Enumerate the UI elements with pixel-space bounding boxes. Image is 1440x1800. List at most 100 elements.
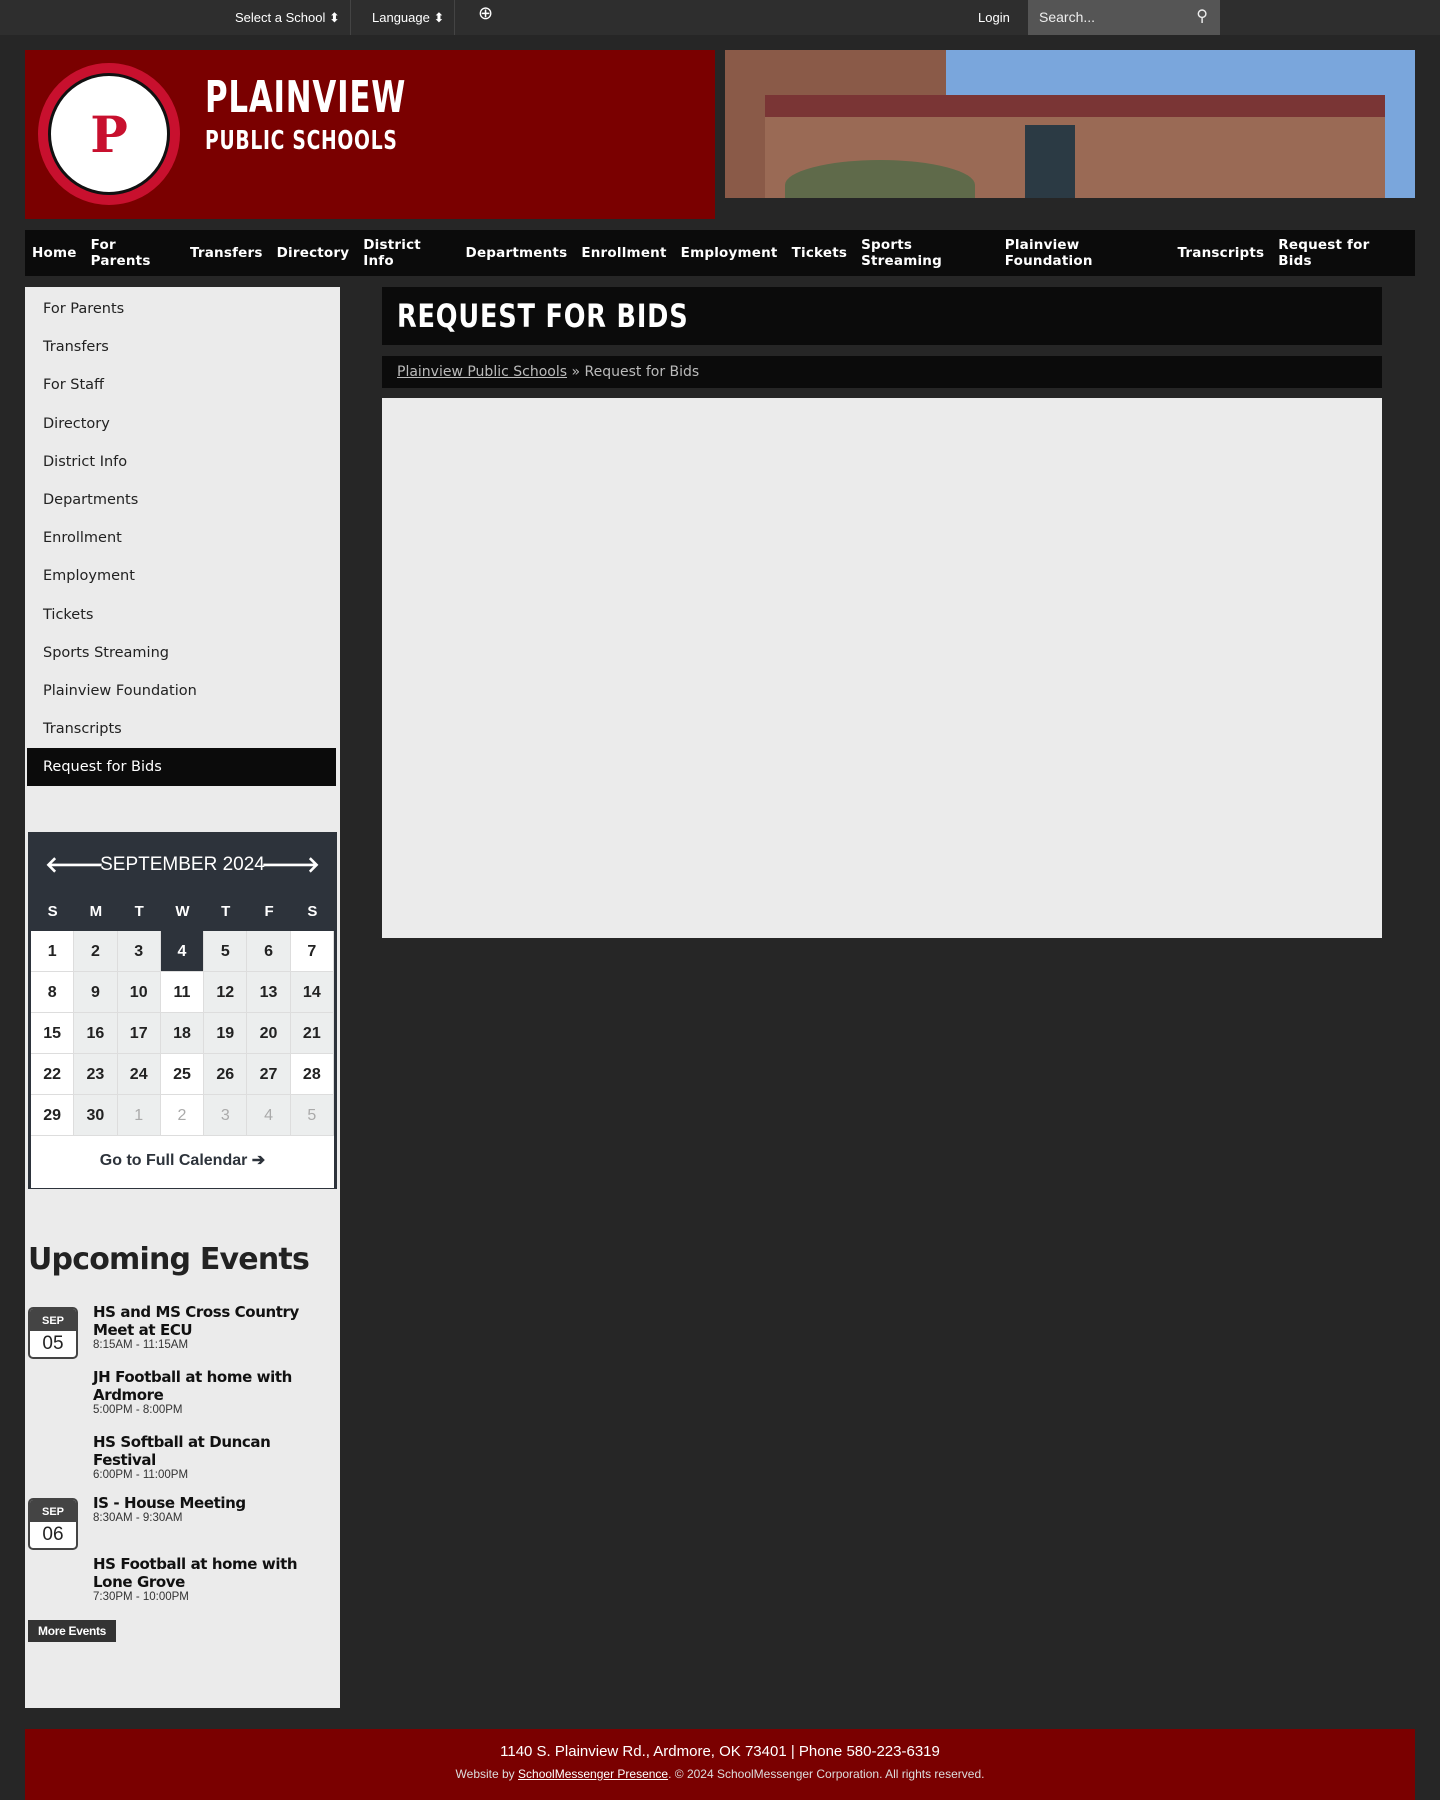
full-calendar-link[interactable]: Go to Full Calendar ➔: [31, 1136, 334, 1188]
calendar-day[interactable]: 4: [247, 1095, 291, 1136]
sidebar-item-departments[interactable]: Departments: [27, 481, 336, 519]
calendar-day[interactable]: 27: [247, 1054, 291, 1095]
search-icon[interactable]: ⚲: [1196, 0, 1208, 34]
calendar-day[interactable]: 7: [290, 931, 334, 972]
sort-icon: ⬍: [433, 10, 445, 25]
event-item[interactable]: HS and MS Cross Country Meet at ECU 8:15A…: [93, 1303, 338, 1351]
calendar-day[interactable]: 25: [160, 1054, 205, 1095]
sidebar-item-directory[interactable]: Directory: [27, 405, 336, 443]
sidebar-item-request-for-bids[interactable]: Request for Bids: [27, 748, 336, 787]
day-of-week: T: [221, 903, 231, 920]
upcoming-events-heading: Upcoming Events: [28, 1242, 310, 1277]
event-item[interactable]: IS - House Meeting 8:30AM - 9:30AM: [93, 1494, 338, 1524]
calendar-day[interactable]: 1: [31, 931, 75, 972]
sidebar-item-employment[interactable]: Employment: [27, 557, 336, 595]
calendar-day[interactable]: 3: [204, 1095, 248, 1136]
sidebar-item-enrollment[interactable]: Enrollment: [27, 519, 336, 557]
nav-item-home[interactable]: Home: [32, 245, 77, 261]
event-time: 8:30AM - 9:30AM: [93, 1512, 183, 1524]
event-name[interactable]: JH Football at home with Ardmore: [93, 1368, 338, 1404]
calendar-day[interactable]: 20: [247, 1013, 291, 1054]
nav-item-enrollment[interactable]: Enrollment: [581, 245, 666, 261]
sidebar-item-transfers[interactable]: Transfers: [27, 328, 336, 366]
sidebar-item-transcripts[interactable]: Transcripts: [27, 710, 336, 748]
vendor-link[interactable]: SchoolMessenger Presence: [518, 1767, 668, 1781]
nav-item-sports-streaming[interactable]: Sports Streaming: [861, 237, 991, 269]
more-events-button[interactable]: More Events: [28, 1620, 117, 1642]
calendar-day[interactable]: 1: [117, 1095, 161, 1136]
date-day: 05: [42, 1333, 64, 1354]
day-of-week: S: [47, 903, 58, 920]
calendar-day[interactable]: 15: [31, 1013, 75, 1054]
calendar-day[interactable]: 13: [247, 972, 291, 1013]
calendar-day[interactable]: 5: [290, 1095, 334, 1136]
sidebar-item-district-info[interactable]: District Info: [27, 443, 336, 481]
calendar-day[interactable]: 12: [204, 972, 248, 1013]
date-badge: SEP 06: [28, 1498, 78, 1550]
arrow-right-icon[interactable]: 🡒: [261, 835, 320, 895]
calendar-day[interactable]: 11: [160, 972, 205, 1013]
calendar-day[interactable]: 26: [204, 1054, 248, 1095]
calendar-day[interactable]: 9: [74, 972, 118, 1013]
calendar-day[interactable]: 29: [31, 1095, 75, 1136]
language-dropdown[interactable]: Language ⬍: [362, 0, 456, 35]
sidebar-item-plainview-foundation[interactable]: Plainview Foundation: [27, 672, 336, 710]
search-input[interactable]: Search... ⚲: [1028, 0, 1220, 35]
calendar-day[interactable]: 23: [74, 1054, 118, 1095]
select-school-dropdown[interactable]: Select a School ⬍: [225, 0, 351, 35]
site-subtitle: PUBLIC SCHOOLS: [205, 126, 398, 156]
calendar-day[interactable]: 17: [117, 1013, 161, 1054]
calendar-day[interactable]: 10: [117, 972, 161, 1013]
arrow-left-icon[interactable]: 🡐: [45, 835, 104, 895]
plus-circle-icon[interactable]: ⊕: [468, 0, 503, 35]
calendar-day[interactable]: 14: [290, 972, 334, 1013]
calendar-day[interactable]: 18: [160, 1013, 205, 1054]
login-link[interactable]: Login: [968, 0, 1020, 35]
calendar-day[interactable]: 21: [290, 1013, 334, 1054]
footer-address: 1140 S. Plainview Rd., Ardmore, OK 73401…: [500, 1743, 940, 1760]
event-item[interactable]: HS Football at home with Lone Grove 7:30P…: [93, 1555, 338, 1603]
calendar-day[interactable]: 22: [31, 1054, 75, 1095]
nav-item-tickets[interactable]: Tickets: [792, 245, 848, 261]
calendar-day[interactable]: 16: [74, 1013, 118, 1054]
calendar-day[interactable]: 19: [204, 1013, 248, 1054]
sidebar-item-tickets[interactable]: Tickets: [27, 596, 336, 634]
nav-item-departments[interactable]: Departments: [466, 245, 568, 261]
calendar-day[interactable]: 6: [247, 931, 291, 972]
nav-item-directory[interactable]: Directory: [277, 245, 350, 261]
site-title: PLAINVIEW: [205, 72, 407, 123]
sort-icon: ⬍: [328, 10, 340, 25]
site-header[interactable]: P PLAINVIEW PUBLIC SCHOOLS: [25, 50, 715, 219]
calendar-day[interactable]: 2: [74, 931, 118, 972]
day-of-week: S: [307, 903, 318, 920]
breadcrumb-current: Request for Bids: [584, 364, 700, 380]
event-time: 8:15AM - 11:15AM: [93, 1339, 189, 1351]
nav-item-employment[interactable]: Employment: [681, 245, 778, 261]
calendar-day[interactable]: 28: [290, 1054, 334, 1095]
calendar-day[interactable]: 24: [117, 1054, 161, 1095]
calendar-day[interactable]: 2: [160, 1095, 205, 1136]
calendar-day[interactable]: 30: [74, 1095, 118, 1136]
school-building-photo: [725, 50, 1415, 198]
nav-item-plainview-foundation[interactable]: Plainview Foundation: [1005, 237, 1164, 269]
event-name[interactable]: HS and MS Cross Country Meet at ECU: [93, 1303, 338, 1339]
calendar-day[interactable]: 5: [204, 931, 248, 972]
event-name[interactable]: HS Softball at Duncan Festival: [93, 1433, 338, 1469]
event-name[interactable]: HS Football at home with Lone Grove: [93, 1555, 338, 1591]
date-day: 06: [42, 1524, 64, 1545]
nav-item-for-parents[interactable]: For Parents: [91, 237, 176, 269]
sidebar-item-for-staff[interactable]: For Staff: [27, 366, 336, 404]
calendar-day[interactable]: 8: [31, 972, 75, 1013]
calendar-day[interactable]: 3: [117, 931, 161, 972]
event-item[interactable]: JH Football at home with Ardmore 5:00PM -…: [93, 1368, 338, 1416]
nav-item-request-for-bids[interactable]: Request for Bids: [1278, 237, 1401, 269]
event-item[interactable]: HS Softball at Duncan Festival 6:00PM - 1…: [93, 1433, 338, 1481]
sidebar-item-for-parents[interactable]: For Parents: [27, 290, 336, 328]
nav-item-transfers[interactable]: Transfers: [190, 245, 263, 261]
event-name[interactable]: IS - House Meeting: [93, 1494, 338, 1512]
calendar-day[interactable]: 4: [160, 931, 205, 972]
nav-item-transcripts[interactable]: Transcripts: [1178, 245, 1265, 261]
breadcrumb-home[interactable]: Plainview Public Schools: [397, 364, 567, 380]
nav-item-district-info[interactable]: District Info: [363, 237, 451, 269]
sidebar-item-sports-streaming[interactable]: Sports Streaming: [27, 634, 336, 672]
